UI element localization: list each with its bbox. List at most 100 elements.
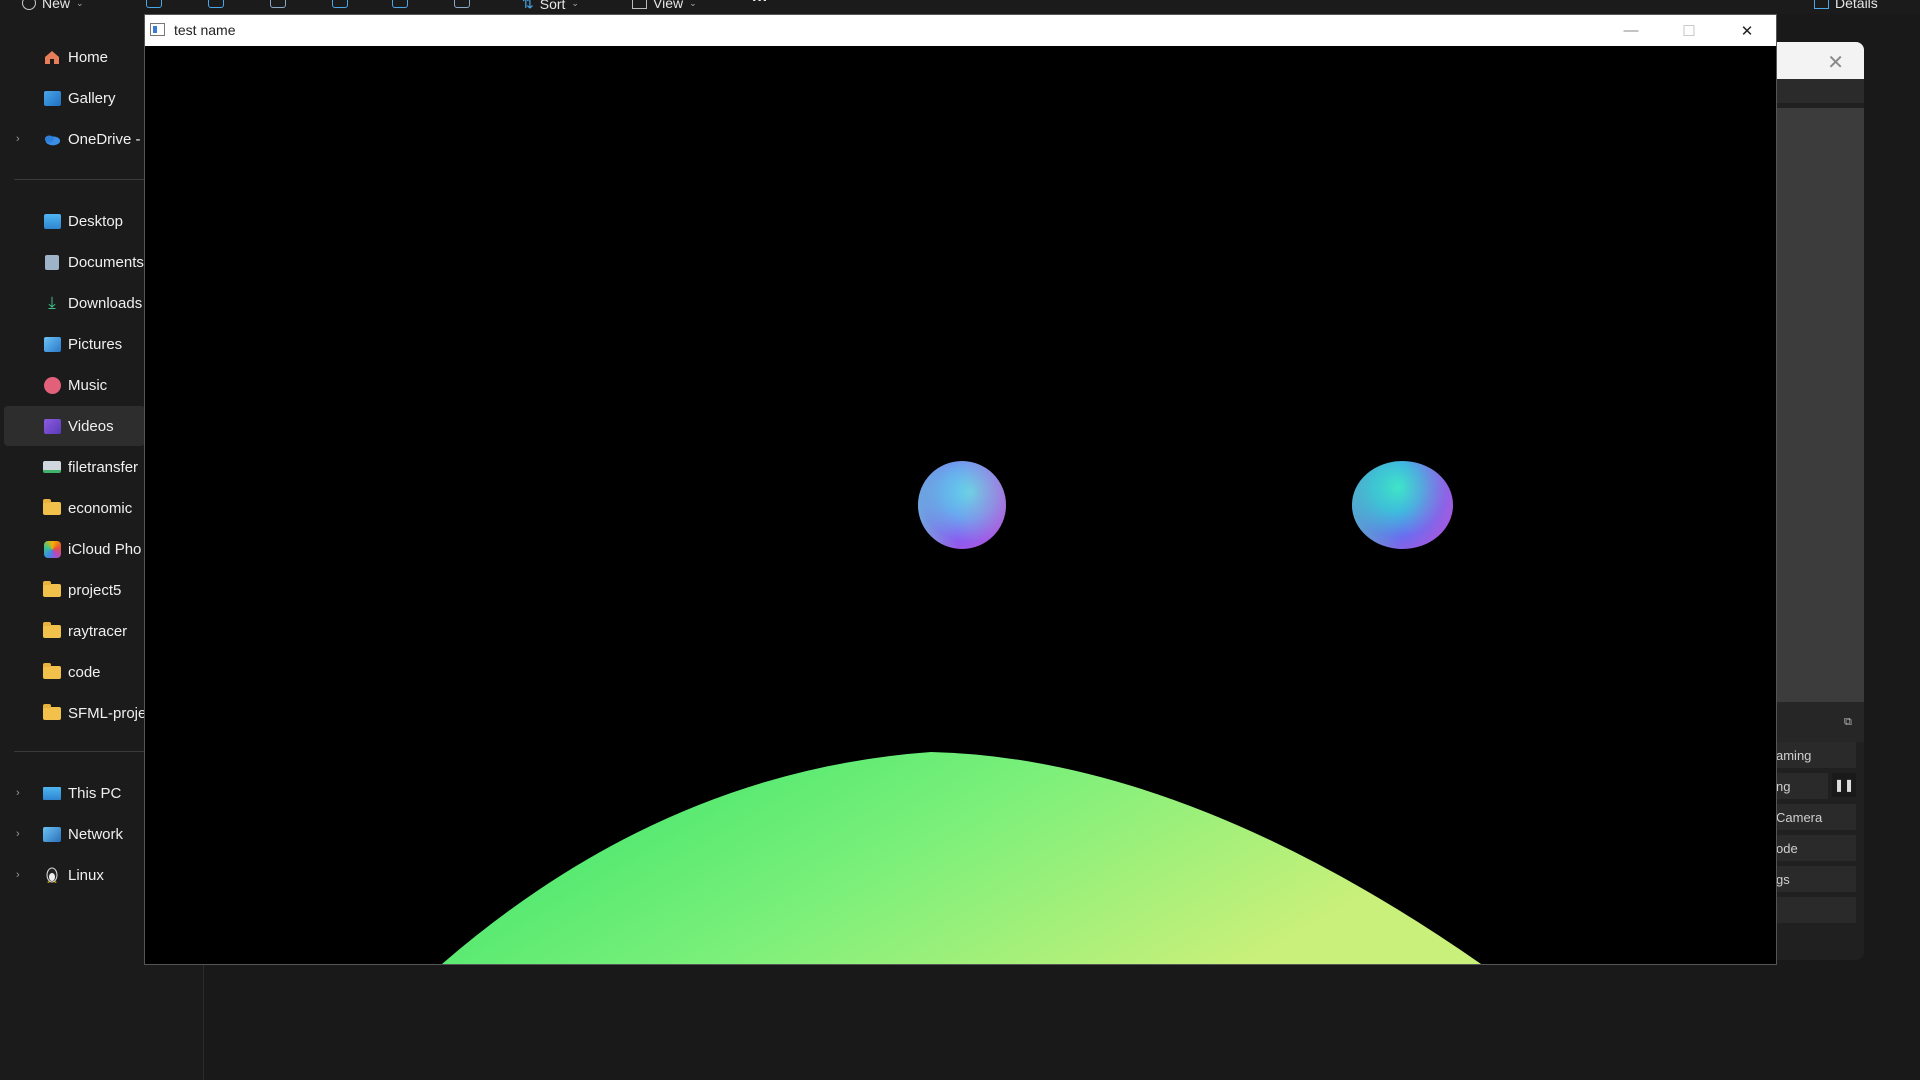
tool-button-label: ode [1776,840,1798,856]
close-button[interactable]: ✕ [1718,15,1776,46]
pictures-icon [43,336,61,352]
divider [14,751,144,752]
more-options-button[interactable]: ··· [752,0,768,10]
tool-button-settings[interactable]: gs [1776,866,1856,892]
linux-icon [43,867,61,883]
sidebar-item-sfml-project[interactable]: SFML-proje [0,693,147,733]
maximize-button[interactable]: ☐ [1660,15,1718,46]
tool-window-titlebar [1776,42,1864,79]
chevron-right-icon[interactable]: › [16,133,20,145]
folder-icon [43,498,61,516]
view-icon [632,0,647,9]
sidebar-item-label: Music [68,376,108,394]
rename-icon[interactable] [332,0,348,8]
paste-icon[interactable] [270,0,286,8]
desktop-icon [43,213,61,229]
sidebar-item-label: code [68,663,101,681]
sidebar-item-downloads[interactable]: ⤓ Downloads [0,283,145,323]
tool-button-exit[interactable] [1776,897,1856,923]
minimize-button[interactable]: — [1602,15,1660,46]
chevron-down-icon: ⌄ [571,0,579,8]
sidebar-item-documents[interactable]: Documents [0,242,145,282]
sort-label: Sort [539,0,566,12]
details-label: Details [1835,0,1878,11]
tool-button-streaming[interactable]: aming [1776,742,1856,768]
sidebar-item-raytracer[interactable]: raytracer [0,611,145,651]
share-icon[interactable] [392,0,408,8]
chevron-right-icon[interactable]: › [16,787,20,799]
chevron-right-icon[interactable]: › [16,869,20,881]
more-icon: ··· [752,0,768,9]
sphere-right [1352,461,1453,549]
folder-icon [43,621,61,639]
plus-circle-icon [22,0,36,10]
sidebar-item-onedrive[interactable]: › OneDrive - [0,119,145,159]
copy-icon[interactable] [208,0,224,8]
pane-divider[interactable] [203,960,204,1080]
tool-button-camera[interactable]: Camera [1776,804,1856,830]
sidebar-item-this-pc[interactable]: › This PC [0,773,145,813]
sidebar-item-gallery[interactable]: Gallery [0,78,145,118]
sidebar-item-label: SFML-proje [68,704,147,722]
sidebar-item-label: Desktop [68,212,124,230]
sidebar-item-label: project5 [68,581,122,599]
sidebar-item-code[interactable]: code [0,652,145,692]
tool-button-label: ng [1776,778,1791,794]
chevron-down-icon: ⌄ [689,0,697,8]
downloads-icon: ⤓ [48,293,56,312]
network-icon [43,826,61,842]
sidebar-item-label: economic [68,499,133,517]
window-title: test name [174,22,236,38]
icloud-photos-icon [43,540,61,558]
divider [14,179,144,180]
sidebar-item-label: Downloads [68,294,143,312]
view-button[interactable]: View ⌄ [632,0,697,11]
details-button[interactable]: Details [1814,0,1878,11]
tool-button-label: aming [1776,747,1812,763]
new-button[interactable]: New ⌄ [22,0,84,11]
folder-icon [43,662,61,680]
tool-window-viewport [1776,108,1864,706]
sidebar-item-label: Linux [68,866,104,884]
chevron-down-icon: ⌄ [76,0,84,8]
chevron-right-icon[interactable]: › [16,828,20,840]
tool-window-tabstrip [1776,79,1864,103]
tool-button-mode[interactable]: ode [1776,835,1856,861]
sidebar-item-filetransfer[interactable]: filetransfer [0,447,145,487]
sidebar-item-linux[interactable]: › Linux [0,855,145,895]
sidebar-item-pictures[interactable]: Pictures [0,324,145,364]
folder-icon [43,580,61,598]
sidebar-item-icloud-photos[interactable]: iCloud Pho [0,529,145,569]
sort-button[interactable]: ⇅ Sort ⌄ [522,0,579,12]
sidebar-item-label: raytracer [68,622,128,640]
sidebar-item-videos[interactable]: Videos [4,406,145,446]
sidebar-item-desktop[interactable]: Desktop [0,201,145,241]
sidebar-item-label: OneDrive - [68,130,141,148]
sidebar-item-label: Network [68,825,124,843]
sidebar-item-project5[interactable]: project5 [0,570,145,610]
tool-button-recording[interactable]: ng [1776,773,1828,799]
drive-icon [43,459,61,475]
pause-button[interactable]: ❚❚ [1832,773,1856,797]
sort-icon: ⇅ [522,0,534,11]
close-icon: ✕ [1740,22,1754,40]
sidebar-item-home[interactable]: Home [0,37,145,77]
sidebar-item-label: iCloud Pho [68,540,142,558]
sidebar-item-economic[interactable]: economic [0,488,145,528]
sidebar-item-label: Documents [68,253,144,271]
delete-icon[interactable] [454,0,470,8]
window-titlebar[interactable]: test name — ☐ ✕ [145,15,1776,46]
tool-button-label: gs [1776,871,1790,887]
cut-icon[interactable] [146,0,162,8]
sidebar-item-music[interactable]: Music [0,365,145,405]
sidebar-item-label: This PC [68,784,122,802]
tool-button-label: Camera [1776,809,1823,825]
undock-icon[interactable]: ⧉ [1844,716,1852,729]
render-canvas[interactable] [145,46,1776,964]
sidebar-item-network[interactable]: › Network [0,814,145,854]
pause-icon: ❚❚ [1833,778,1855,792]
app-icon [150,23,165,36]
sidebar-item-label: Gallery [68,89,116,107]
close-icon[interactable]: ✕ [1827,50,1844,75]
sidebar-item-label: filetransfer [68,458,139,476]
